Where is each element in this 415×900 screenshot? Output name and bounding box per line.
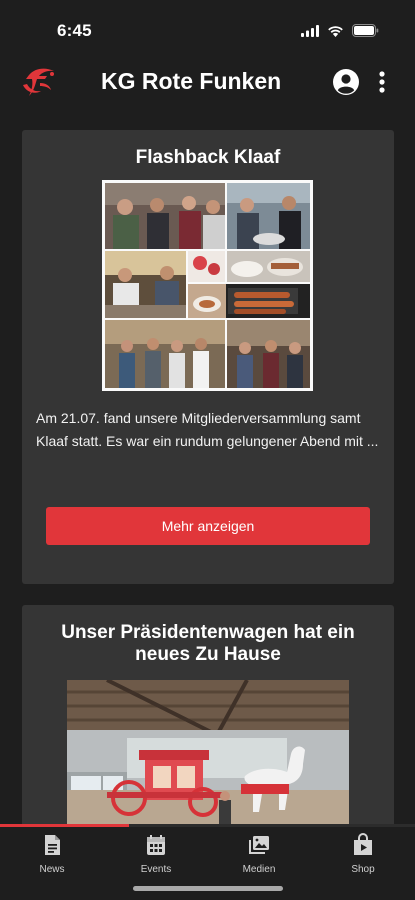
show-more-button[interactable]: Mehr anzeigen: [46, 507, 370, 545]
status-bar: 6:45: [0, 0, 415, 60]
post-image[interactable]: [67, 680, 349, 824]
nav-item-events[interactable]: Events: [116, 833, 196, 875]
more-vert-icon[interactable]: [374, 67, 390, 97]
shop-icon: [354, 833, 372, 855]
collage-photo: [105, 183, 225, 249]
collage-photo: [188, 284, 310, 318]
calendar-icon: [147, 835, 165, 855]
nav-label: News: [39, 864, 65, 875]
account-circle-icon[interactable]: [332, 68, 360, 96]
nav-label: Events: [140, 864, 172, 875]
nav-item-news[interactable]: News: [12, 833, 92, 875]
collage-photo: [188, 251, 225, 282]
status-icons: [301, 24, 379, 37]
app-bar: KG Rote Funken: [0, 60, 415, 106]
collage-photo: [227, 320, 310, 388]
news-card[interactable]: Flashback Klaaf Am 21.07. fand unsere Mi…: [22, 130, 394, 584]
media-icon: [249, 836, 269, 854]
status-time: 6:45: [57, 21, 92, 40]
cellular-signal-icon: [301, 24, 319, 37]
app-title: KG Rote Funken: [101, 68, 282, 94]
nav-label: Shop: [351, 864, 375, 875]
news-feed[interactable]: Flashback Klaaf Am 21.07. fand unsere Mi…: [0, 118, 415, 824]
collage-photo: [105, 251, 186, 318]
nav-item-shop[interactable]: Shop: [323, 833, 403, 875]
funken-logo-icon: [23, 68, 54, 96]
battery-icon: [352, 24, 379, 37]
collage-photo: [227, 183, 310, 249]
collage-photo: [227, 251, 310, 282]
wifi-icon: [328, 25, 343, 37]
post-image-collage[interactable]: [102, 180, 313, 391]
nav-item-medien[interactable]: Medien: [219, 833, 299, 875]
nav-label: Medien: [242, 864, 276, 875]
collage-photo: [105, 320, 225, 388]
home-indicator: [133, 886, 283, 891]
news-card[interactable]: Unser Präsidentenwagen hat ein neues Zu …: [22, 605, 394, 824]
news-icon: [45, 835, 60, 855]
post-excerpt: Am 21.07. fand unsere Mitgliederversamml…: [36, 410, 379, 449]
show-more-label: Mehr anzeigen: [161, 518, 255, 534]
post-title: Unser Präsidentenwagen hat ein neues Zu …: [61, 622, 355, 665]
post-title: Flashback Klaaf: [135, 147, 281, 168]
